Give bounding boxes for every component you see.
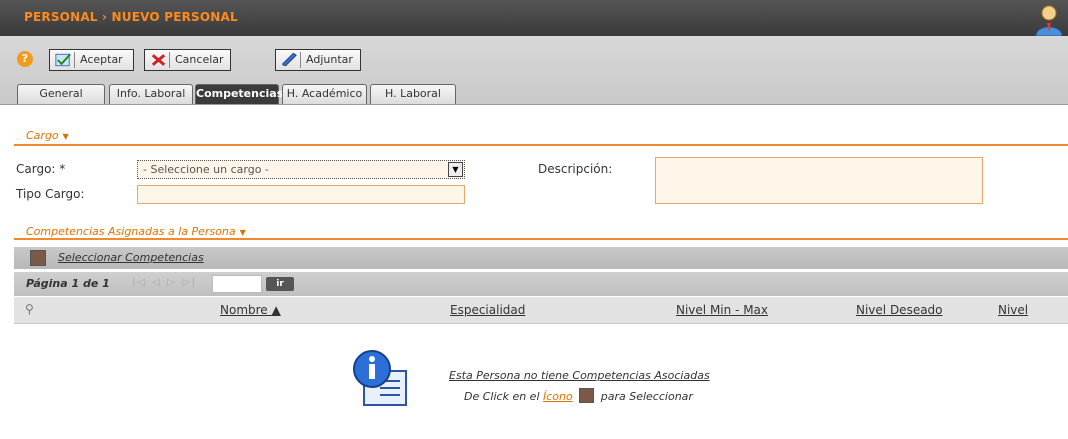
- chevron-down-icon: ▼: [62, 132, 69, 141]
- hint-suffix: para Seleccionar: [600, 390, 693, 403]
- column-especialidad[interactable]: Especialidad: [450, 303, 525, 317]
- icon-link[interactable]: Ícono: [543, 390, 573, 403]
- competencias-section-divider: [14, 238, 1068, 240]
- tipo-cargo-field[interactable]: [137, 185, 465, 204]
- column-nivel-deseado[interactable]: Nivel Deseado: [856, 303, 943, 317]
- question-icon[interactable]: ?: [17, 51, 33, 67]
- go-page-button[interactable]: ir: [266, 277, 294, 291]
- cancel-button[interactable]: Cancelar: [144, 49, 231, 71]
- cargo-section-divider: [14, 144, 1068, 146]
- select-competencias-link[interactable]: Seleccionar Competencias: [58, 251, 204, 264]
- tab-h-academico[interactable]: H. Académico: [282, 84, 367, 104]
- filter-icon[interactable]: ⚲: [25, 302, 34, 316]
- title-bar: PERSONAL › NUEVO PERSONAL: [0, 0, 1068, 36]
- pencil-icon: [282, 52, 301, 68]
- cancel-label: Cancelar: [175, 53, 224, 66]
- empty-state-hint: De Click en el Ícono para Seleccionar: [464, 388, 693, 403]
- hint-prefix: De Click en el: [464, 390, 540, 403]
- competencias-section-title: Competencias Asignadas a la Persona: [26, 225, 236, 238]
- info-document-icon: [353, 350, 407, 406]
- grid-toolbar: Seleccionar Competencias: [14, 247, 1068, 269]
- page-indicator: Página 1 de 1: [26, 277, 110, 290]
- column-nivel-min-max[interactable]: Nivel Min - Max: [676, 303, 768, 317]
- empty-state-message[interactable]: Esta Persona no tiene Competencias Asoci…: [449, 369, 710, 382]
- accept-label: Aceptar: [80, 53, 123, 66]
- cargo-label: Cargo: *: [16, 162, 66, 176]
- cargo-select[interactable]: - Seleccione un cargo - ▼: [137, 160, 465, 179]
- tab-info-laboral[interactable]: Info. Laboral: [109, 84, 193, 104]
- tipo-cargo-label: Tipo Cargo:: [16, 187, 85, 201]
- check-icon: [55, 52, 75, 68]
- cargo-section-title: Cargo: [26, 129, 59, 142]
- chevron-down-icon: ▼: [239, 228, 246, 237]
- tab-h-laboral[interactable]: H. Laboral: [370, 84, 456, 104]
- competencias-section-header[interactable]: Competencias Asignadas a la Persona ▼: [26, 225, 246, 238]
- tab-competencias[interactable]: Competencias: [195, 84, 283, 104]
- user-avatar-icon[interactable]: [1034, 4, 1064, 36]
- tab-general[interactable]: General: [17, 84, 105, 104]
- cancel-icon: [151, 52, 170, 68]
- pager-nav-icons[interactable]: |◁ ◁ ▷ ▷|: [132, 277, 197, 288]
- cargo-select-value: - Seleccione un cargo -: [143, 163, 269, 176]
- toolbar: ? Aceptar Cancelar Adjuntar General Info…: [0, 36, 1068, 104]
- page-title: PERSONAL › NUEVO PERSONAL: [24, 10, 238, 24]
- column-nombre[interactable]: Nombre ▲: [220, 303, 281, 317]
- attach-label: Adjuntar: [306, 53, 353, 66]
- accept-button[interactable]: Aceptar: [49, 49, 134, 71]
- attach-button[interactable]: Adjuntar: [275, 49, 361, 71]
- descripcion-field[interactable]: [655, 157, 983, 204]
- table-header: ⚲ Nombre ▲ Especialidad Nivel Min - Max …: [14, 297, 1068, 324]
- cargo-section-header[interactable]: Cargo ▼: [26, 129, 69, 142]
- dropdown-arrow-icon[interactable]: ▼: [448, 162, 463, 177]
- tab-divider: [0, 104, 1068, 105]
- descripcion-label: Descripción:: [538, 162, 613, 176]
- select-competencias-icon[interactable]: [579, 388, 595, 403]
- column-nivel[interactable]: Nivel: [998, 303, 1028, 317]
- select-competencias-icon[interactable]: [30, 250, 46, 266]
- page-number-input[interactable]: [212, 275, 262, 293]
- pager: Página 1 de 1 |◁ ◁ ▷ ▷| ir: [14, 272, 1068, 296]
